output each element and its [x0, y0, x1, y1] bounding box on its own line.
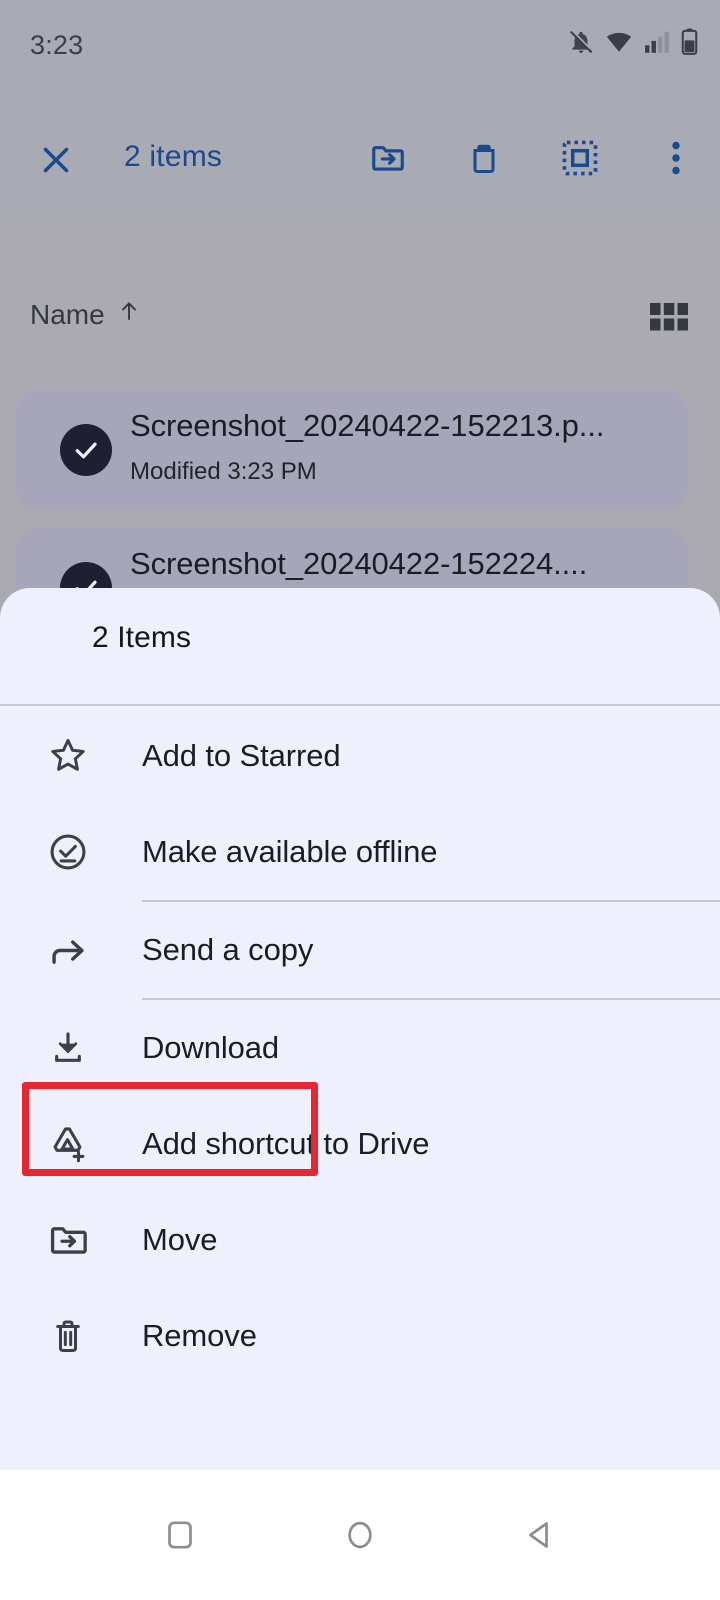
- menu-item-add-to-starred[interactable]: Add to Starred: [0, 708, 720, 804]
- file-selected-checkbox[interactable]: [60, 424, 112, 476]
- status-icon-group: [568, 28, 698, 55]
- file-name: Screenshot_20240422-152224....: [130, 546, 588, 581]
- close-selection-button[interactable]: [30, 134, 82, 186]
- move-to-folder-icon: [372, 146, 404, 171]
- menu-item-download[interactable]: Download: [0, 1000, 720, 1096]
- status-time: 3:23: [30, 30, 84, 60]
- bottom-sheet-menu: Add to Starred Make available offline Se…: [0, 708, 720, 1384]
- square-icon: [168, 1521, 192, 1549]
- recents-button[interactable]: [90, 1490, 270, 1580]
- delete-button[interactable]: [458, 132, 510, 184]
- sort-toggle[interactable]: Name: [30, 298, 141, 331]
- menu-item-label: Send a copy: [142, 932, 314, 967]
- bottom-sheet-title: 2 Items: [92, 621, 192, 654]
- menu-item-send-a-copy[interactable]: Send a copy: [0, 902, 720, 998]
- selection-toolbar: 2 items: [0, 118, 720, 198]
- triangle-left-icon: [529, 1522, 548, 1548]
- menu-item-label: Download: [142, 1030, 280, 1065]
- bottom-sheet: 2 Items Add to Starred Make available of…: [0, 588, 720, 1472]
- wifi-icon: [605, 29, 633, 55]
- sort-label: Name: [30, 298, 105, 330]
- download-icon: [42, 1028, 94, 1068]
- add-shortcut-drive-icon: [42, 1123, 94, 1165]
- delete-icon: [473, 144, 495, 173]
- menu-item-make-available-offline[interactable]: Make available offline: [0, 804, 720, 900]
- menu-item-label: Add shortcut to Drive: [142, 1126, 430, 1161]
- battery-icon: [681, 28, 698, 55]
- back-button[interactable]: [450, 1490, 630, 1580]
- grid-view-toggle[interactable]: [650, 302, 688, 337]
- menu-item-label: Remove: [142, 1318, 257, 1353]
- sheet-header-divider: [0, 704, 720, 706]
- cellular-signal-icon: [644, 29, 670, 55]
- star-outline-icon: [42, 735, 94, 777]
- close-icon: [43, 147, 69, 173]
- status-bar: 3:23: [0, 0, 720, 80]
- notifications-off-icon: [568, 29, 594, 55]
- overflow-menu-icon: [672, 141, 680, 175]
- move-folder-icon: [42, 1219, 94, 1261]
- trash-icon: [42, 1316, 94, 1356]
- share-arrow-icon: [42, 928, 94, 972]
- menu-item-label: Make available offline: [142, 834, 438, 869]
- menu-item-label: Move: [142, 1222, 218, 1257]
- menu-item-label: Add to Starred: [142, 738, 341, 773]
- selection-actions: [362, 132, 702, 184]
- select-all-icon: [562, 140, 598, 176]
- offline-pin-icon: [42, 831, 94, 873]
- move-to-folder-button[interactable]: [362, 132, 414, 184]
- select-all-button[interactable]: [554, 132, 606, 184]
- grid-view-icon: [650, 303, 688, 331]
- menu-item-remove[interactable]: Remove: [0, 1288, 720, 1384]
- list-header: Name: [0, 290, 720, 362]
- menu-item-move[interactable]: Move: [0, 1192, 720, 1288]
- file-name: Screenshot_20240422-152213.p...: [130, 408, 605, 443]
- overflow-menu-button[interactable]: [650, 132, 702, 184]
- phone-screen: 3:23 2 items Name Screenshot_20240422-15…: [0, 0, 720, 1600]
- circle-icon: [348, 1521, 372, 1549]
- selection-count-label: 2 items: [124, 140, 223, 173]
- arrow-up-icon: [117, 298, 141, 331]
- check-icon: [75, 442, 97, 459]
- file-row[interactable]: Screenshot_20240422-152213.p... Modified…: [16, 390, 688, 510]
- menu-item-add-shortcut-to-drive[interactable]: Add shortcut to Drive: [0, 1096, 720, 1192]
- system-navigation-bar: [0, 1470, 720, 1600]
- home-button[interactable]: [270, 1490, 450, 1580]
- file-modified: Modified 3:23 PM: [130, 458, 317, 485]
